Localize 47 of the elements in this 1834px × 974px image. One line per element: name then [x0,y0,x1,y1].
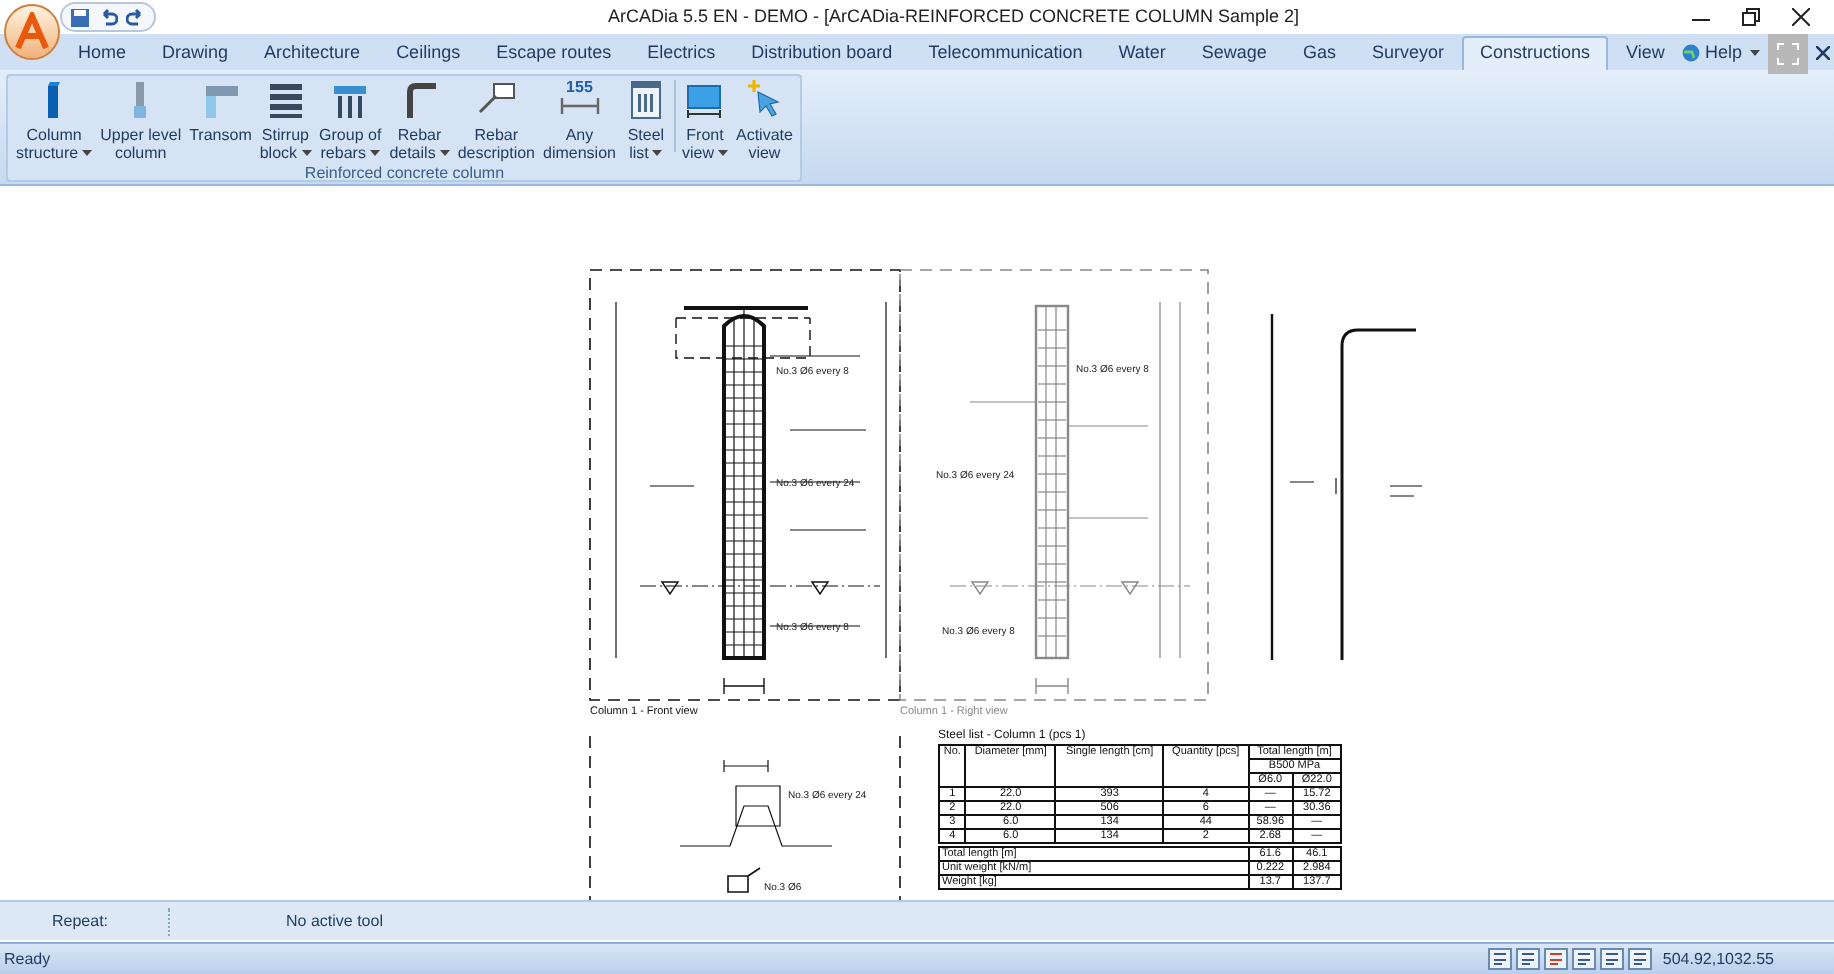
ribbon-tool-button[interactable]: Steel list [619,76,672,164]
ribbon-tab[interactable]: View [1608,36,1683,70]
save-icon[interactable] [70,7,90,27]
group-label: Reinforced concrete column [302,164,507,182]
ribbon-tool-button[interactable]: Stirrup block [255,76,316,164]
ribbon-tab[interactable]: Constructions [1461,36,1608,70]
ribbon-tab[interactable]: Distribution board [733,36,911,70]
app-logo[interactable] [4,4,60,60]
ribbon-tab[interactable]: Telecommunication [910,36,1101,70]
ribbon-tool-button[interactable]: Column structure [12,76,97,164]
ribbon-tool-button[interactable]: Upper level column [96,76,186,164]
ribbon-tab[interactable]: Water [1100,36,1184,70]
ribbon-tab[interactable]: Gas [1284,36,1354,70]
ribbon-tool-button[interactable]: Rebar details [385,76,454,164]
ribbon-tab[interactable]: Home [60,36,145,70]
ribbon-tab[interactable]: Escape routes [478,36,630,70]
ribbon-tab[interactable]: Ceilings [378,36,479,70]
ribbon-tool-button[interactable]: Transom [185,76,256,164]
ribbon-tab[interactable]: Drawing [144,36,247,70]
active-tool-text: No active tool [286,909,383,933]
dimension-icon [557,96,602,116]
restore-icon[interactable] [1742,8,1760,26]
ribbon-tool-button[interactable]: Group of rebars [315,76,386,164]
column-icon [134,82,147,118]
coordinates-text: 504.92,1032.55 [1662,947,1774,971]
help-button[interactable]: Help [1682,39,1760,67]
ribbon-tab[interactable]: Electrics [629,36,734,70]
ribbon-tool-button[interactable]: Activate view [731,76,797,164]
ribbon-tab[interactable]: Sewage [1183,36,1285,70]
letter-a-logo-icon [12,12,52,52]
ribbon-tab[interactable]: Architecture [246,36,379,70]
ribbon-tool-button[interactable]: Front view [677,76,732,164]
close-icon[interactable] [1816,46,1830,60]
globe-icon [1682,44,1701,62]
ribbon-tool-button[interactable]: Rebar description [453,76,539,164]
status-text: Ready [2,947,51,971]
repeat-label: Repeat: [50,909,111,933]
window-title: ArCADia 5.5 EN - DEMO - [ArCADia-REINFORCED CONCRETE COLUMN Sample 2] [608,3,1300,30]
caret-icon [1750,50,1760,56]
ribbon-tool-button[interactable]: 155 Any dimension [539,76,620,164]
expand-icon [1776,41,1800,65]
undo-icon[interactable] [98,7,118,27]
ribbon-tab[interactable]: Surveyor [1353,36,1462,70]
redo-icon[interactable] [126,7,146,27]
column-icon [48,82,61,118]
dimension-value: 155 [566,78,593,96]
close-icon[interactable] [1792,8,1810,26]
